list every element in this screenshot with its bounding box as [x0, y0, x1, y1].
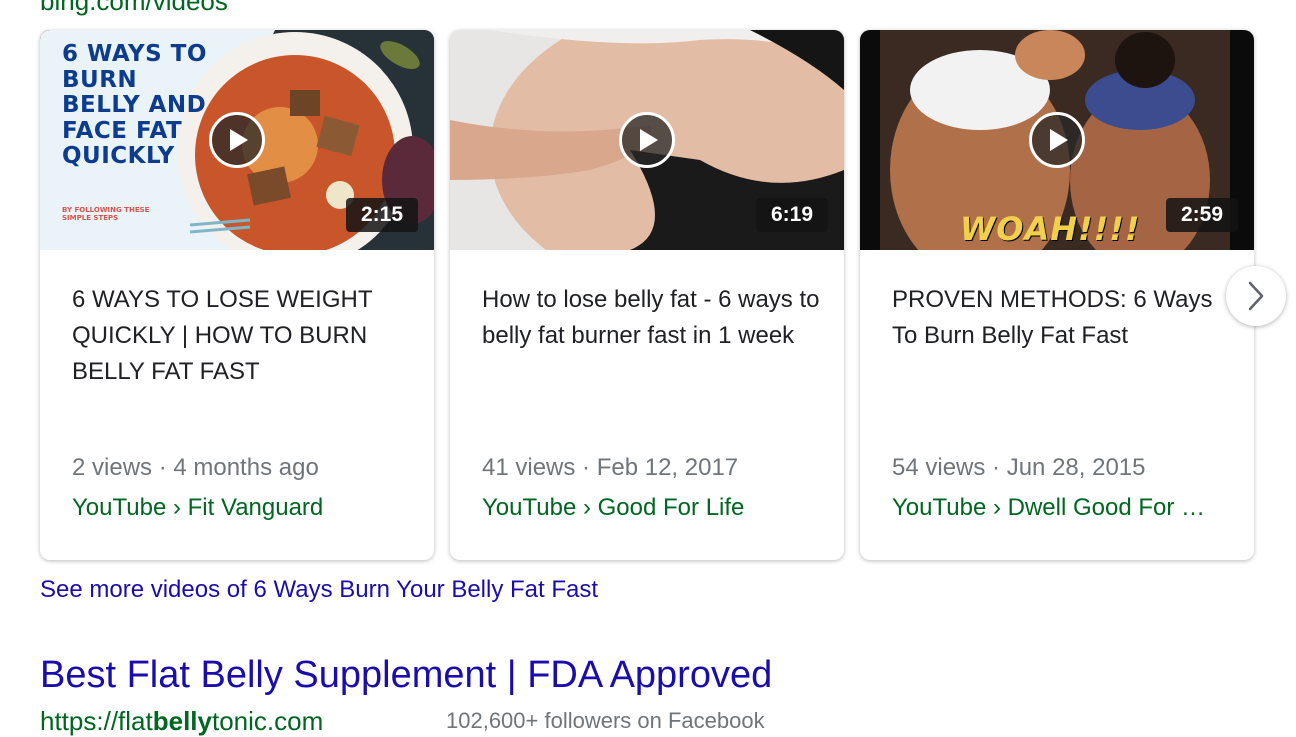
play-icon	[230, 129, 248, 151]
play-button[interactable]	[209, 112, 265, 168]
carousel-next-button[interactable]	[1226, 266, 1286, 326]
video-title[interactable]: How to lose belly fat - 6 ways to belly …	[482, 282, 820, 354]
video-meta: 54 views · Jun 28, 2015	[892, 454, 1146, 481]
see-more-videos-link[interactable]: See more videos of 6 Ways Burn Your Bell…	[40, 576, 598, 604]
video-card-2[interactable]: 6:19 How to lose belly fat - 6 ways to b…	[450, 30, 844, 560]
video-thumbnail[interactable]: 6 WAYS TO BURN BELLY AND FACE FAT QUICKL…	[40, 30, 434, 250]
video-thumbnail[interactable]: WOAH!!!! 2:59	[860, 30, 1254, 250]
thumbnail-subtext: BY FOLLOWING THESE SIMPLE STEPS	[62, 206, 150, 222]
url-suffix: tonic.com	[211, 706, 324, 736]
video-meta: 41 views · Feb 12, 2017	[482, 454, 739, 481]
video-card-3[interactable]: WOAH!!!! 2:59 PROVEN METHODS: 6 Ways To …	[860, 30, 1254, 560]
url-highlight: belly	[152, 706, 212, 736]
result-url[interactable]: https://flatbellytonic.com	[40, 706, 323, 737]
url-prefix: https://flat	[40, 706, 153, 736]
video-title[interactable]: PROVEN METHODS: 6 Ways To Burn Belly Fat…	[892, 282, 1230, 354]
chevron-right-icon	[1248, 281, 1264, 311]
video-thumbnail[interactable]: 6:19	[450, 30, 844, 250]
duration-badge: 6:19	[755, 198, 828, 232]
play-button[interactable]	[619, 112, 675, 168]
result-title-link[interactable]: Best Flat Belly Supplement | FDA Approve…	[40, 654, 772, 697]
video-card-1[interactable]: 6 WAYS TO BURN BELLY AND FACE FAT QUICKL…	[40, 30, 434, 560]
video-meta: 2 views · 4 months ago	[72, 454, 319, 481]
facebook-followers: 102,600+ followers on Facebook	[446, 708, 765, 733]
thumbnail-overlay-text: WOAH!!!!	[960, 210, 1141, 248]
video-title[interactable]: 6 WAYS TO LOSE WEIGHT QUICKLY | HOW TO B…	[72, 282, 410, 390]
thumbnail-heading-text: 6 WAYS TO BURN BELLY AND FACE FAT QUICKL…	[62, 41, 207, 169]
duration-badge: 2:59	[1165, 198, 1238, 232]
video-channel: YouTube › Fit Vanguard	[72, 494, 324, 521]
source-url[interactable]: bing.com/videos	[40, 0, 228, 17]
video-channel: YouTube › Dwell Good For …	[892, 494, 1206, 521]
play-button[interactable]	[1029, 112, 1085, 168]
play-icon	[640, 129, 658, 151]
duration-badge: 2:15	[345, 198, 418, 232]
video-channel: YouTube › Good For Life	[482, 494, 745, 521]
play-icon	[1050, 129, 1068, 151]
